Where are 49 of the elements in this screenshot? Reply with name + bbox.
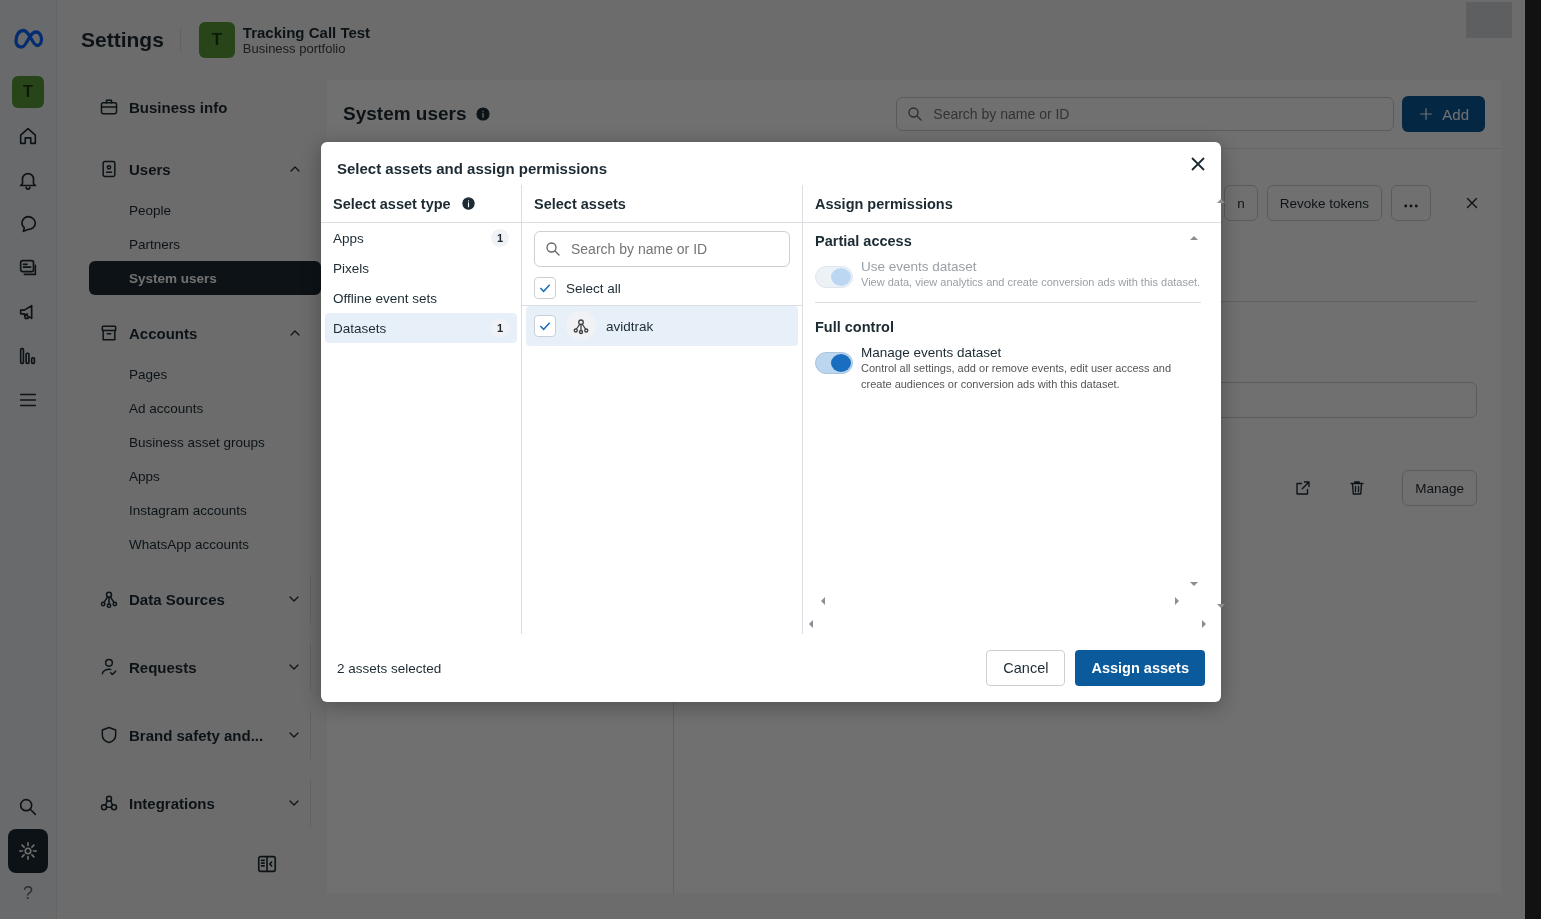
column-heading: Select assets	[534, 195, 626, 212]
count-badge: 1	[491, 229, 509, 247]
search-field[interactable]: Search by name or ID	[534, 231, 790, 267]
asset-type-item[interactable]: Datasets 1	[325, 313, 517, 343]
sidebar-section[interactable]: Brand safety and...	[89, 711, 310, 759]
search-field[interactable]: Search by name or ID	[896, 97, 1395, 131]
sidebar-section[interactable]: Data Sources	[89, 575, 310, 623]
cancel-button[interactable]: Cancel	[986, 650, 1066, 686]
sidebar-section[interactable]: Users	[89, 145, 311, 193]
sidebar-item[interactable]: Pages	[89, 357, 311, 391]
sidebar-item[interactable]: People	[89, 193, 311, 227]
selection-count: 2 assets selected	[337, 660, 442, 676]
asset-name: avidtrak	[606, 318, 654, 334]
add-button[interactable]: Add	[1402, 96, 1485, 132]
asset-type-item[interactable]: Pixels	[325, 253, 517, 283]
sidebar-item[interactable]: Instagram accounts	[89, 493, 311, 527]
help-button[interactable]: ?	[8, 873, 48, 913]
sidebar-section[interactable]: Accounts	[89, 309, 311, 357]
manage-button[interactable]: Manage	[1402, 470, 1477, 506]
checkbox-label: Select all	[566, 280, 621, 296]
assign-assets-button[interactable]: Assign assets	[1075, 650, 1205, 686]
count-badge: 1	[491, 319, 509, 337]
asset-type-item[interactable]: Offline event sets	[325, 283, 517, 313]
sidebar-item[interactable]: Business asset groups	[89, 425, 311, 459]
permission-description: View data, view analytics and create conversion ads with this dataset.	[861, 275, 1201, 290]
section-title: System users	[343, 103, 467, 125]
column-heading: Assign permissions	[815, 195, 953, 212]
sidebar-item[interactable]: Ad accounts	[89, 391, 311, 425]
permission-group-title: Full control	[815, 319, 894, 335]
action-button[interactable]: Revoke tokens	[1266, 185, 1382, 221]
permission-description: Control all settings, add or remove events, edit user access and create audiences or conversion ads with this dataset.	[861, 361, 1172, 392]
sidebar-section[interactable]: Integrations	[89, 779, 310, 827]
asset-type-item[interactable]: Apps 1	[325, 223, 517, 253]
sidebar-item[interactable]: WhatsApp accounts	[89, 527, 311, 561]
sidebar-item[interactable]: Apps	[89, 459, 311, 493]
dialog-title: Select assets and assign permissions	[337, 159, 608, 177]
sidebar-item[interactable]: Partners	[89, 227, 311, 261]
column-heading: Select asset type	[333, 195, 451, 212]
sidebar-item[interactable]: System users	[89, 261, 321, 295]
sidebar-section[interactable]: Requests	[89, 643, 310, 691]
asset-row[interactable]: avidtrak	[526, 306, 798, 346]
action-button[interactable]: n	[1224, 185, 1258, 221]
permission-group-title: Partial access	[815, 233, 912, 249]
portfolio-name: Tracking Call Test	[242, 24, 371, 41]
page-title: Settings	[81, 28, 181, 52]
permission-label: Use events dataset	[861, 259, 978, 274]
sidebar-section[interactable]: Business info	[89, 83, 311, 131]
portfolio-type: Business portfolio	[242, 41, 347, 56]
permission-label: Manage events dataset	[861, 345, 1003, 360]
